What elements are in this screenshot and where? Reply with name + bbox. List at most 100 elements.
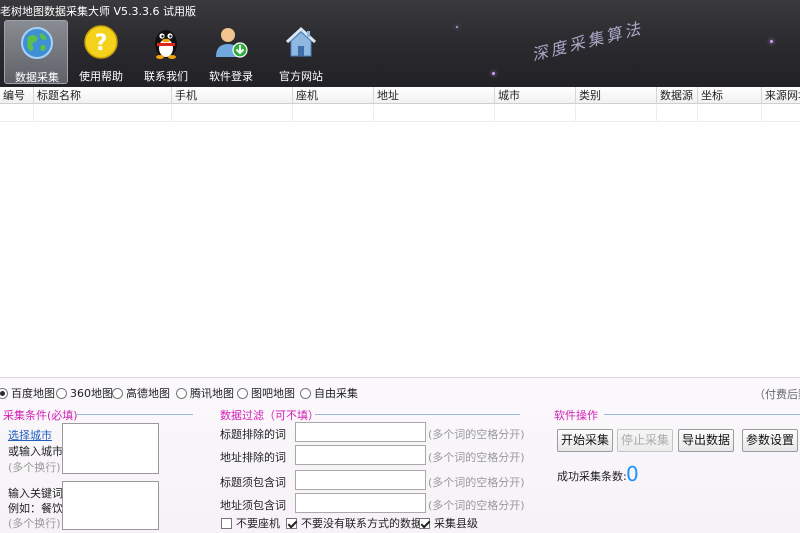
address-exclude-input[interactable] xyxy=(295,445,426,465)
column-header-coordinates[interactable]: 坐标 xyxy=(698,87,762,104)
sparkle-decoration xyxy=(456,26,458,28)
radio-label: 高德地图 xyxy=(126,387,170,400)
radio-indicator xyxy=(112,387,123,399)
radio-label: 腾讯地图 xyxy=(190,387,234,400)
section-divider xyxy=(315,414,520,415)
section-divider xyxy=(604,414,800,415)
success-count-value: 0 xyxy=(626,462,639,486)
toolbar-label: 使用帮助 xyxy=(79,70,123,83)
checkbox-indicator xyxy=(419,517,430,529)
radio-indicator xyxy=(300,387,311,399)
section-divider xyxy=(75,414,193,415)
toolbar-data-collect-button[interactable]: 数据采集 xyxy=(4,20,68,84)
radio-free-collect[interactable]: 自由采集 xyxy=(300,386,358,400)
keyword-input-hint: (多个换行) xyxy=(8,517,61,530)
table-cell xyxy=(698,105,762,122)
radio-gaode-map[interactable]: 高德地图 xyxy=(112,386,170,400)
filter-hint: (多个词的空格分开) xyxy=(428,451,525,464)
column-header-source[interactable]: 数据源 xyxy=(657,87,698,104)
radio-indicator xyxy=(176,387,187,399)
city-input-hint: (多个换行) xyxy=(8,461,61,474)
city-textarea[interactable] xyxy=(62,423,159,474)
table-cell xyxy=(34,105,172,122)
table-row[interactable] xyxy=(0,105,800,122)
export-data-button[interactable]: 导出数据 xyxy=(678,429,734,452)
city-input-label: 或输入城市 xyxy=(8,445,63,458)
stop-collect-button[interactable]: 停止采集 xyxy=(617,429,673,452)
table-cell xyxy=(576,105,657,122)
checkbox-no-landline[interactable]: 不要座机 xyxy=(221,516,280,530)
checkbox-county-level[interactable]: 采集县级 xyxy=(419,516,478,530)
table-cell xyxy=(657,105,698,122)
toolbar-contact-button[interactable]: 联系我们 xyxy=(134,20,198,84)
toolbar-website-button[interactable]: 官方网站 xyxy=(269,20,333,84)
radio-360-map[interactable]: 360地图 xyxy=(56,386,113,400)
checkbox-label: 采集县级 xyxy=(434,517,478,530)
radio-indicator xyxy=(0,387,8,399)
column-header-title[interactable]: 标题名称 xyxy=(34,87,172,104)
table-cell xyxy=(374,105,495,122)
filter-label: 地址排除的词 xyxy=(220,451,286,464)
title-exclude-input[interactable] xyxy=(295,422,426,442)
globe-icon xyxy=(21,27,53,59)
title-include-input[interactable] xyxy=(295,470,426,490)
keyword-example: 例如：餐饮 xyxy=(8,502,63,515)
column-header-mobile[interactable]: 手机 xyxy=(172,87,293,104)
conditions-section-title: 采集条件(必填) xyxy=(3,409,78,422)
column-header-city[interactable]: 城市 xyxy=(495,87,576,104)
toolbar-label: 联系我们 xyxy=(144,70,188,83)
toolbar-label: 官方网站 xyxy=(279,70,323,83)
success-count-label: 成功采集条数: xyxy=(557,470,627,483)
help-icon: ? xyxy=(84,25,118,59)
keyword-input-label: 输入关键词 xyxy=(8,487,63,500)
results-table[interactable]: 编号 标题名称 手机 座机 地址 城市 类别 数据源 坐标 来源网址 xyxy=(0,87,800,377)
table-cell xyxy=(293,105,374,122)
operations-section-title: 软件操作 xyxy=(554,409,598,422)
start-collect-button[interactable]: 开始采集 xyxy=(557,429,613,452)
radio-label: 自由采集 xyxy=(314,387,358,400)
radio-baidu-map[interactable]: 百度地图 xyxy=(0,386,55,400)
settings-button[interactable]: 参数设置 xyxy=(742,429,798,452)
home-icon xyxy=(285,26,317,57)
filter-hint: (多个词的空格分开) xyxy=(428,428,525,441)
column-header-id[interactable]: 编号 xyxy=(0,87,34,104)
keyword-textarea[interactable] xyxy=(62,481,159,530)
toolbar-label: 数据采集 xyxy=(15,71,59,84)
radio-indicator xyxy=(237,387,248,399)
checkbox-indicator xyxy=(286,517,297,529)
radio-label: 360地图 xyxy=(70,387,113,400)
column-header-landline[interactable]: 座机 xyxy=(293,87,374,104)
radio-label: 百度地图 xyxy=(11,387,55,400)
radio-indicator xyxy=(56,387,67,399)
checkbox-indicator xyxy=(221,517,232,529)
column-header-source-url[interactable]: 来源网址 xyxy=(762,87,800,104)
filter-label: 地址须包含词 xyxy=(220,499,286,512)
svg-text:?: ? xyxy=(95,31,108,56)
sparkle-decoration xyxy=(770,40,773,43)
table-cell xyxy=(495,105,576,122)
checkbox-no-empty-contact[interactable]: 不要没有联系方式的数据 xyxy=(286,516,422,530)
table-cell xyxy=(172,105,293,122)
filter-hint: (多个词的空格分开) xyxy=(428,476,525,489)
toolbar-help-button[interactable]: ? 使用帮助 xyxy=(69,20,133,84)
window-title: 老树地图数据采集大师 V5.3.3.6 试用版 xyxy=(0,5,197,18)
checkbox-label: 不要没有联系方式的数据 xyxy=(301,517,422,530)
qq-penguin-icon xyxy=(155,30,177,59)
select-city-link[interactable]: 选择城市 xyxy=(8,427,52,443)
table-header: 编号 标题名称 手机 座机 地址 城市 类别 数据源 坐标 来源网址 xyxy=(0,87,800,104)
toolbar-login-button[interactable]: 软件登录 xyxy=(199,20,263,84)
column-header-address[interactable]: 地址 xyxy=(374,87,495,104)
column-header-category[interactable]: 类别 xyxy=(576,87,657,104)
filter-label: 标题排除的词 xyxy=(220,428,286,441)
filter-hint: (多个词的空格分开) xyxy=(428,499,525,512)
title-toolbar-area: 老树地图数据采集大师 V5.3.3.6 试用版 深度采集算法 数据采集 ? 使用… xyxy=(0,0,800,87)
address-include-input[interactable] xyxy=(295,493,426,513)
radio-tuba-map[interactable]: 图吧地图 xyxy=(237,386,295,400)
toolbar-label: 软件登录 xyxy=(209,70,253,83)
checkbox-label: 不要座机 xyxy=(236,517,280,530)
user-login-icon xyxy=(216,28,248,58)
filter-label: 标题须包含词 xyxy=(220,476,286,489)
radio-label: 图吧地图 xyxy=(251,387,295,400)
pay-note: （付费后数据 xyxy=(754,388,800,401)
radio-tencent-map[interactable]: 腾讯地图 xyxy=(176,386,234,400)
